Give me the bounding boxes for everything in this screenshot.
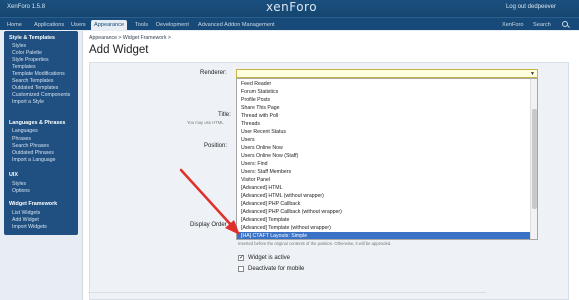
sidebar-item-color-palette[interactable]: Color Palette <box>12 50 42 56</box>
tab-users[interactable]: Users <box>71 20 86 31</box>
dropdown-option[interactable]: [Advanced] HTML (without wrapper) <box>241 193 324 199</box>
dropdown-option[interactable]: [Advanced] PHP Callback <box>241 201 300 207</box>
form-divider <box>88 292 486 293</box>
title-hint: You may use HTML <box>187 120 224 125</box>
tab-home[interactable]: Home <box>7 20 22 31</box>
title-label: Title: <box>218 112 231 118</box>
sidebar-item-import-style[interactable]: Import a Style <box>12 99 44 105</box>
sidebar-item-outdated-templates[interactable]: Outdated Templates <box>12 85 58 91</box>
dropdown-option[interactable]: [Advanced] Template <box>241 217 289 223</box>
sidebar-item-styles[interactable]: Styles <box>12 43 26 49</box>
logout-link[interactable]: Log out dedpeever <box>506 4 556 10</box>
dropdown-option[interactable]: Threads <box>241 121 260 127</box>
sidebar-item-outdated-phrases[interactable]: Outdated Phrases <box>12 150 54 156</box>
site-version: XenForo 1.5.8 <box>7 4 46 10</box>
tab-development[interactable]: Development <box>156 20 189 31</box>
tab-advanced-addon-management[interactable]: Advanced Addon Management <box>198 20 275 31</box>
dropdown-option[interactable]: User Recent Status <box>241 129 286 135</box>
sidebar-item-search-phrases[interactable]: Search Phrases <box>12 143 49 149</box>
dropdown-option[interactable]: Users <box>241 137 255 143</box>
sidebar-item-import-language[interactable]: Import a Language <box>12 157 56 163</box>
sidebar-heading-style-templates: Style & Templates <box>9 35 56 41</box>
dropdown-option-selected[interactable]: [HA] CTAFT Layouts: Simple <box>241 233 307 239</box>
insert-hint: Inserted before the original contents of… <box>238 241 392 246</box>
dropdown-option[interactable]: Forum Statistics <box>241 89 278 95</box>
widget-active-label: Widget is active <box>248 255 291 261</box>
search-icon[interactable] <box>562 21 568 27</box>
tab-applications[interactable]: Applications <box>34 20 64 31</box>
dropdown-option[interactable]: Users Online Now (Staff) <box>241 153 298 159</box>
sidebar-item-style-properties[interactable]: Style Properties <box>12 57 49 63</box>
sidebar-item-template-modifications[interactable]: Template Modifications <box>12 71 65 77</box>
sidebar: Style & Templates Styles Color Palette S… <box>4 31 78 235</box>
sidebar-item-uix-styles[interactable]: Styles <box>12 181 26 187</box>
sidebar-heading-languages-phrases: Languages & Phrases <box>9 120 66 126</box>
dropdown-option[interactable]: [Advanced] HTML <box>241 185 283 191</box>
sidebar-item-uix-options[interactable]: Options <box>12 188 30 194</box>
sidebar-heading-uix: UIX <box>9 172 18 178</box>
top-header: XenForo 1.5.8 xenForo Log out dedpeever <box>0 0 579 17</box>
display-order-label: Display Order <box>190 222 227 228</box>
dropdown-option[interactable]: Feed Reader <box>241 81 271 87</box>
sidebar-item-customized-components[interactable]: Customized Components <box>12 92 70 98</box>
widget-active-checkbox[interactable] <box>238 254 244 261</box>
dropdown-option[interactable]: Users Online Now <box>241 145 283 151</box>
chevron-down-icon[interactable]: ▼ <box>530 71 535 77</box>
dropdown-option[interactable]: Share This Page <box>241 105 280 111</box>
dropdown-option[interactable]: Users: Staff Members <box>241 169 291 175</box>
renderer-dropdown-list[interactable]: Feed Reader Forum Statistics Profile Pos… <box>236 78 538 240</box>
sidebar-item-add-widget[interactable]: Add Widget <box>12 217 39 223</box>
renderer-select[interactable] <box>236 69 538 78</box>
tab-tools[interactable]: Tools <box>135 20 148 31</box>
breadcrumb[interactable]: Appearance > Widget Framework > <box>89 35 171 41</box>
sidebar-item-phrases[interactable]: Phrases <box>12 136 31 142</box>
sidebar-heading-widget-framework: Widget Framework <box>9 201 58 207</box>
main-navigation: Home Applications Users Appearance Tools… <box>0 17 579 31</box>
renderer-label: Renderer: <box>200 70 227 76</box>
sidebar-item-list-widgets[interactable]: List Widgets <box>12 210 40 216</box>
deactivate-mobile-label: Deactivate for mobile <box>248 266 305 272</box>
xenforo-link[interactable]: XenForo <box>502 22 523 28</box>
dropdown-scrollbar[interactable] <box>530 79 537 239</box>
dropdown-option[interactable]: Profile Posts <box>241 97 270 103</box>
dropdown-option[interactable]: [Advanced] PHP Callback (without wrapper… <box>241 209 342 215</box>
search-link[interactable]: Search <box>533 22 551 28</box>
tab-appearance[interactable]: Appearance <box>91 20 128 31</box>
dropdown-option[interactable]: Thread with Poll <box>241 113 278 119</box>
sidebar-item-import-widgets[interactable]: Import Widgets <box>12 224 47 230</box>
deactivate-mobile-checkbox[interactable] <box>238 266 244 272</box>
dropdown-option[interactable]: Users: Find <box>241 161 268 167</box>
position-label: Position: <box>204 143 228 149</box>
scrollbar-thumb[interactable] <box>532 109 537 209</box>
page-title: Add Widget <box>89 44 149 56</box>
sidebar-item-languages[interactable]: Languages <box>12 128 38 134</box>
xenforo-logo[interactable]: xenForo <box>266 0 317 14</box>
sidebar-item-search-templates[interactable]: Search Templates <box>12 78 53 84</box>
dropdown-option[interactable]: Visitor Panel <box>241 177 270 183</box>
dropdown-option[interactable]: [Advanced] Template (without wrapper) <box>241 225 331 231</box>
sidebar-item-templates[interactable]: Templates <box>12 64 36 70</box>
